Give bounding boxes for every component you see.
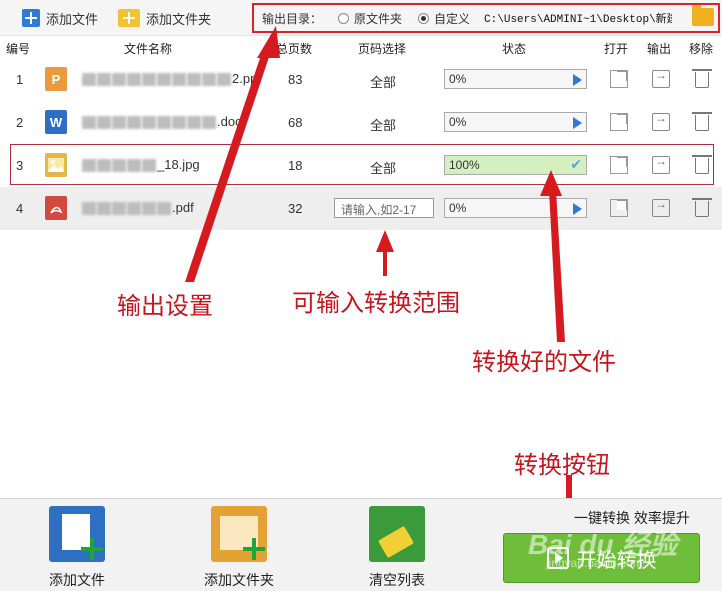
export-icon[interactable] (652, 197, 670, 217)
file-name: _18.jpg (82, 157, 200, 173)
play-icon[interactable] (573, 203, 582, 215)
progress-text: 100% (449, 158, 480, 172)
radio-original-label: 原文件夹 (354, 11, 403, 26)
progress-text: 0% (449, 115, 467, 129)
trash-icon[interactable] (692, 69, 712, 88)
header-range: 页码选择 (358, 42, 407, 56)
tagline: 一键转换 效率提升 (574, 510, 690, 526)
table-row[interactable]: 4 .pdf 32 请输入,如2-17 0% (0, 187, 722, 230)
image-file-icon (45, 153, 67, 177)
radio-custom-folder[interactable]: 自定义 (418, 10, 470, 27)
table-header: 编号 文件名称 总页数 页码选择 状态 打开 输出 移除 (0, 37, 722, 57)
annotation-converted-file: 转换好的文件 (472, 348, 616, 376)
clear-list-button[interactable]: 清空列表 (366, 506, 428, 590)
page-count: 68 (288, 115, 303, 130)
play-icon[interactable] (573, 117, 582, 129)
word-file-icon: W (45, 110, 67, 134)
clear-list-label: 清空列表 (369, 572, 425, 588)
output-path-field[interactable]: C:\Users\ADMINI~1\Desktop\新建文 (484, 10, 672, 26)
table-row[interactable]: 3 _18.jpg 18 全部 100% ✔ (0, 144, 722, 187)
annotation-range-input: 可输入转换范围 (292, 289, 460, 317)
output-directory-panel: 输出目录： 原文件夹 自定义 C:\Users\ADMINI~1\Desktop… (252, 3, 720, 33)
export-icon[interactable] (652, 111, 670, 131)
check-icon: ✔ (570, 156, 582, 172)
play-icon[interactable] (573, 74, 582, 86)
add-folder-label: 添加文件夹 (146, 11, 212, 27)
page-range[interactable]: 全部 (370, 158, 396, 177)
open-icon[interactable] (610, 156, 628, 174)
add-folder-button[interactable]: 添加文件夹 (118, 7, 211, 29)
page-count: 32 (288, 201, 303, 216)
page-count: 18 (288, 158, 303, 173)
trash-icon[interactable] (692, 198, 712, 217)
bottom-add-file-button[interactable]: 添加文件 (46, 506, 108, 590)
row-number: 2 (16, 115, 24, 130)
header-export: 输出 (647, 42, 672, 56)
export-icon[interactable] (652, 68, 670, 88)
progress-bar-complete: 100% ✔ (444, 155, 587, 175)
open-icon[interactable] (610, 70, 628, 88)
play-icon (546, 547, 569, 569)
arrowhead-range-input (376, 230, 394, 252)
progress-bar: 0% (444, 69, 587, 89)
ppt-file-icon: P (45, 67, 67, 91)
export-icon[interactable] (652, 154, 670, 174)
header-pages: 总页数 (276, 42, 313, 56)
output-dir-label: 输出目录： (262, 11, 323, 26)
header-number: 编号 (6, 42, 31, 56)
arrow-range-input (383, 248, 387, 276)
start-convert-button[interactable]: 开始转换 (503, 533, 700, 583)
pdf-file-icon (45, 196, 67, 220)
table-row[interactable]: 2 W .doc 68 全部 0% (0, 101, 722, 144)
open-icon[interactable] (610, 199, 628, 217)
page-range[interactable]: 全部 (370, 115, 396, 134)
annotation-output-settings: 输出设置 (117, 292, 213, 320)
radio-dot-selected (418, 12, 430, 24)
progress-bar: 0% (444, 112, 587, 132)
page-range[interactable]: 全部 (370, 72, 396, 91)
document-add-icon (49, 506, 105, 562)
page-range-input[interactable]: 请输入,如2-17 (334, 198, 434, 218)
bottom-bar: 添加文件 添加文件夹 清空列表 一键转换 效率提升 开始转换 (0, 498, 722, 591)
trash-icon[interactable] (692, 155, 712, 174)
header-status: 状态 (502, 42, 527, 56)
radio-original-folder[interactable]: 原文件夹 (338, 10, 402, 27)
radio-custom-label: 自定义 (434, 11, 471, 26)
start-convert-label: 开始转换 (576, 549, 657, 572)
header-filename: 文件名称 (124, 42, 173, 56)
add-file-icon (22, 9, 40, 27)
row-number: 1 (16, 72, 24, 87)
progress-bar: 0% (444, 198, 587, 218)
add-folder-icon (118, 9, 140, 27)
toolbar: 添加文件 添加文件夹 输出目录： 原文件夹 自定义 C:\Users\ADMIN… (0, 0, 722, 36)
add-file-label: 添加文件 (46, 11, 99, 27)
progress-text: 0% (449, 72, 467, 86)
radio-dot (338, 12, 350, 24)
folder-add-icon (211, 506, 267, 562)
bottom-add-folder-label: 添加文件夹 (204, 572, 274, 588)
table-row[interactable]: 1 P 2.ppt 83 全部 0% (0, 58, 722, 101)
trash-icon[interactable] (692, 112, 712, 131)
progress-text: 0% (449, 201, 467, 215)
bottom-add-folder-button[interactable]: 添加文件夹 (200, 506, 278, 590)
row-number: 3 (16, 158, 24, 173)
annotation-convert-button: 转换按钮 (514, 451, 610, 479)
header-remove: 移除 (689, 42, 714, 56)
header-open: 打开 (604, 42, 629, 56)
file-name: .pdf (82, 200, 194, 216)
browse-folder-icon[interactable] (692, 5, 714, 26)
row-number: 4 (16, 201, 24, 216)
page-count: 83 (288, 72, 303, 87)
file-name: .doc (82, 114, 242, 130)
broom-icon (369, 506, 425, 562)
file-name: 2.ppt (82, 71, 261, 87)
open-icon[interactable] (610, 113, 628, 131)
bottom-add-file-label: 添加文件 (49, 572, 105, 588)
add-file-button[interactable]: 添加文件 (22, 7, 98, 29)
